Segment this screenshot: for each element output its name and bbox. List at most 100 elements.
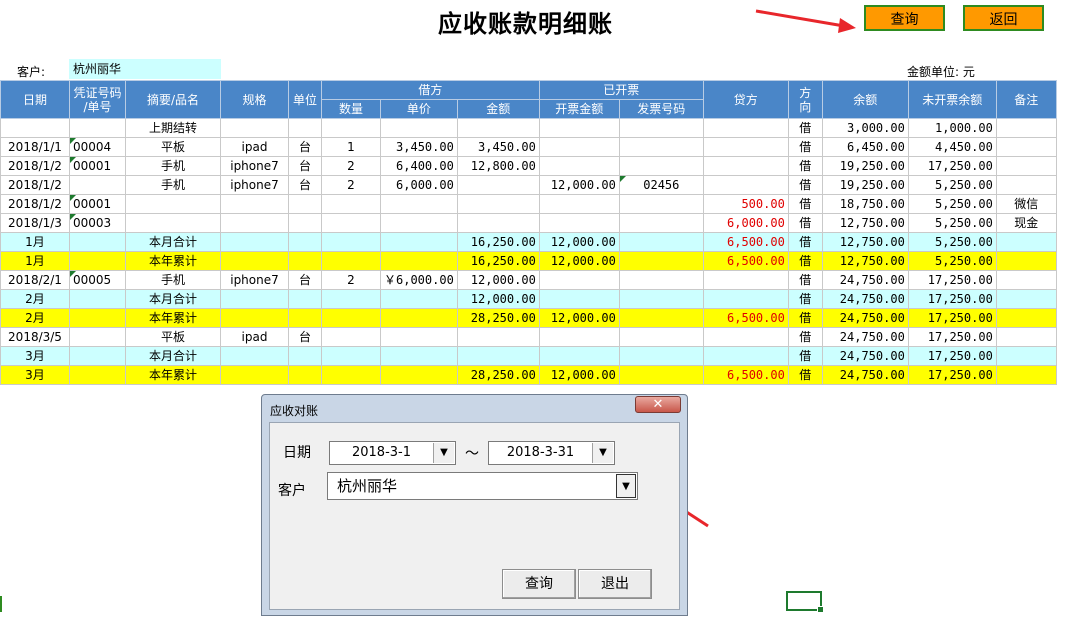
cell-dir[interactable]: 借 [787,137,823,157]
cell-unit[interactable] [288,289,322,309]
customer-value[interactable]: 杭州丽华 [69,59,221,79]
cell-uninv[interactable]: 5,250.00 [907,213,997,233]
cell-uninv[interactable]: 5,250.00 [907,251,997,271]
cell-uninv[interactable]: 17,250.00 [907,308,997,328]
cell-inv-amount[interactable] [538,346,620,366]
cell-qty[interactable] [321,289,381,309]
cell-inv-no[interactable] [618,156,704,176]
cell-spec[interactable] [220,118,289,138]
cell-spec[interactable]: iphone7 [220,175,289,195]
cell-dir[interactable]: 借 [787,308,823,328]
cell-date[interactable]: 2018/1/2 [0,175,70,195]
cell-price[interactable] [380,118,458,138]
cell-note[interactable]: 现金 [995,213,1057,233]
cell-amount[interactable]: 28,250.00 [456,365,540,385]
cell-amount[interactable]: 12,000.00 [456,289,540,309]
cell-credit[interactable] [702,289,789,309]
cell-date[interactable] [0,118,70,138]
cell-balance[interactable]: 24,750.00 [821,327,909,347]
cell-credit[interactable] [702,118,789,138]
query-button[interactable]: 查询 [864,5,945,31]
cell-balance[interactable]: 19,250.00 [821,156,909,176]
cell-credit[interactable]: 6,500.00 [702,232,789,252]
cell-amount[interactable] [456,175,540,195]
cell-qty[interactable]: 2 [321,156,381,176]
cell-spec[interactable]: iphone7 [220,270,289,290]
chevron-down-icon[interactable]: ▼ [616,474,636,498]
cell-summary[interactable] [125,213,221,233]
cell-voucher[interactable] [69,251,126,271]
cell-inv-amount[interactable] [538,156,620,176]
cell-dir[interactable]: 借 [787,118,823,138]
cell-date[interactable]: 2018/1/1 [0,137,70,157]
cell-qty[interactable] [321,365,381,385]
cell-summary[interactable]: 本月合计 [125,289,221,309]
cell-inv-no[interactable] [618,194,704,214]
cell-credit[interactable]: 6,500.00 [702,308,789,328]
cell-credit[interactable]: 6,500.00 [702,251,789,271]
cell-spec[interactable]: iphone7 [220,156,289,176]
cell-note[interactable] [995,308,1057,328]
cell-voucher[interactable]: 00005 [69,270,126,290]
cell-inv-amount[interactable] [538,118,620,138]
cell-unit[interactable]: 台 [288,270,322,290]
cell-amount[interactable] [456,213,540,233]
cell-spec[interactable] [220,194,289,214]
cell-unit[interactable]: 台 [288,175,322,195]
cell-inv-no[interactable] [618,232,704,252]
cell-balance[interactable]: 24,750.00 [821,346,909,366]
cell-amount[interactable] [456,118,540,138]
cell-dir[interactable]: 借 [787,194,823,214]
cell-uninv[interactable]: 17,250.00 [907,346,997,366]
cell-price[interactable]: ￥6,000.00 [380,270,458,290]
cell-voucher[interactable] [69,346,126,366]
cell-price[interactable]: 6,400.00 [380,156,458,176]
cell-note[interactable] [995,118,1057,138]
cell-date[interactable]: 2018/3/5 [0,327,70,347]
cell-qty[interactable] [321,194,381,214]
cell-price[interactable] [380,346,458,366]
cell-date[interactable]: 1月 [0,232,70,252]
cell-date[interactable]: 2018/1/3 [0,213,70,233]
cell-inv-no[interactable] [618,308,704,328]
cell-inv-no[interactable] [618,289,704,309]
cell-note[interactable]: 微信 [995,194,1057,214]
cell-credit[interactable] [702,137,789,157]
cell-voucher[interactable] [69,327,126,347]
cell-amount[interactable]: 12,000.00 [456,270,540,290]
cell-voucher[interactable]: 00001 [69,156,126,176]
cell-qty[interactable]: 2 [321,175,381,195]
cell-inv-no[interactable] [618,346,704,366]
cell-inv-no[interactable] [618,118,704,138]
close-button[interactable]: ✕ [635,396,681,413]
cell-spec[interactable]: ipad [220,137,289,157]
cell-note[interactable] [995,232,1057,252]
cell-qty[interactable] [321,213,381,233]
cell-unit[interactable]: 台 [288,327,322,347]
cell-date[interactable]: 2018/2/1 [0,270,70,290]
cell-balance[interactable]: 6,450.00 [821,137,909,157]
cell-dir[interactable]: 借 [787,289,823,309]
cell-date[interactable]: 2018/1/2 [0,156,70,176]
cell-inv-no[interactable] [618,365,704,385]
cell-inv-amount[interactable]: 12,000.00 [538,251,620,271]
cell-voucher[interactable] [69,365,126,385]
cell-dir[interactable]: 借 [787,346,823,366]
cell-summary[interactable] [125,194,221,214]
cell-summary[interactable]: 平板 [125,137,221,157]
cell-summary[interactable]: 手机 [125,175,221,195]
cell-note[interactable] [995,137,1057,157]
cell-amount[interactable] [456,346,540,366]
cell-credit[interactable]: 500.00 [702,194,789,214]
cell-balance[interactable]: 18,750.00 [821,194,909,214]
cell-price[interactable] [380,213,458,233]
cell-qty[interactable] [321,308,381,328]
cell-unit[interactable] [288,365,322,385]
cell-uninv[interactable]: 17,250.00 [907,289,997,309]
cell-voucher[interactable] [69,289,126,309]
cell-spec[interactable] [220,365,289,385]
cell-unit[interactable] [288,308,322,328]
cell-uninv[interactable]: 1,000.00 [907,118,997,138]
cell-spec[interactable] [220,213,289,233]
cell-voucher[interactable]: 00004 [69,137,126,157]
